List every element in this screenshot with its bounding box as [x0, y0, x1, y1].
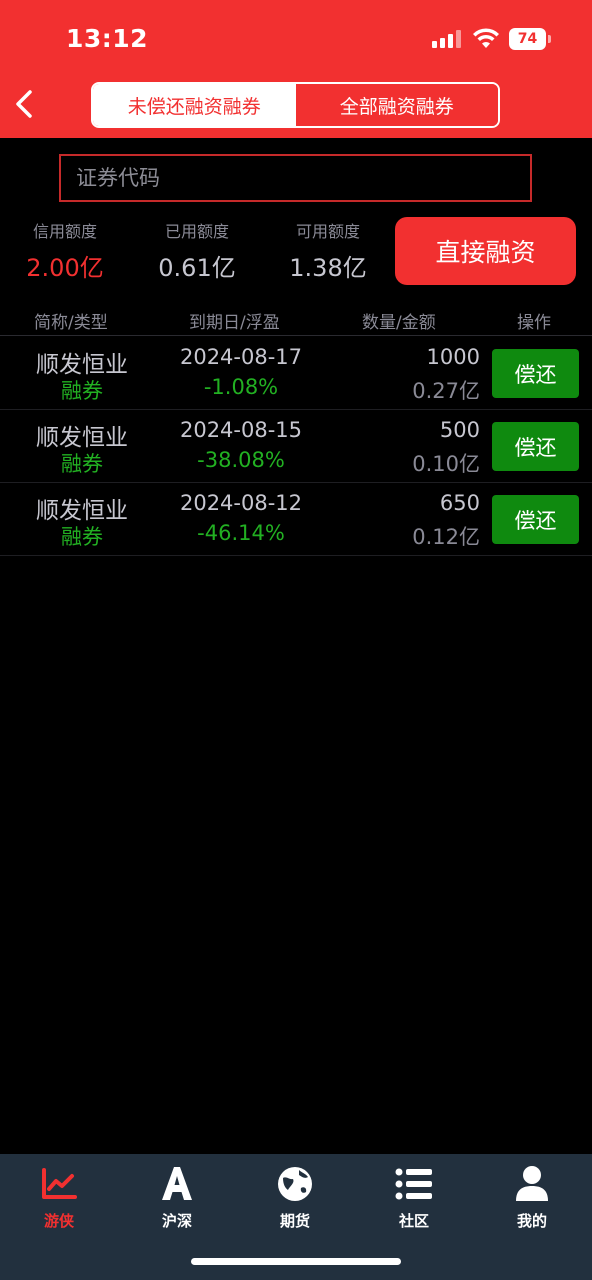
- col-qty-amount: 数量/金额: [362, 313, 436, 333]
- tab-youxia[interactable]: 游侠: [0, 1164, 118, 1234]
- globe-icon: [275, 1164, 315, 1204]
- amount: 0.27亿: [412, 379, 480, 403]
- tab-label: 游侠: [43, 1212, 74, 1230]
- tab-hushen[interactable]: 沪深: [118, 1164, 236, 1234]
- repay-button[interactable]: 偿还: [492, 422, 579, 471]
- table-row: 顺发恒业 融券 2024-08-17 -1.08% 1000 0.27亿 偿还: [0, 337, 592, 410]
- home-indicator[interactable]: [191, 1258, 401, 1265]
- col-action: 操作: [517, 313, 551, 333]
- tab-label: 我的: [516, 1212, 547, 1230]
- credit-limit-label: 信用额度: [32, 222, 97, 241]
- quantity: 650: [439, 491, 480, 515]
- floating-pnl: -1.08%: [203, 375, 279, 399]
- security-name: 顺发恒业: [36, 498, 128, 524]
- segmented-control: 未偿还融资融券 全部融资融券: [91, 82, 500, 128]
- credit-limit-stat: 信用额度 2.00亿: [10, 218, 120, 283]
- person-icon: [512, 1164, 552, 1204]
- table-row: 顺发恒业 融券 2024-08-15 -38.08% 500 0.10亿 偿还: [0, 410, 592, 483]
- due-date: 2024-08-12: [179, 491, 303, 515]
- repay-button[interactable]: 偿还: [492, 495, 579, 544]
- direct-financing-button[interactable]: 直接融资: [395, 217, 576, 285]
- amount: 0.12亿: [412, 525, 480, 549]
- battery-icon: 74: [509, 28, 551, 50]
- table-row: 顺发恒业 融券 2024-08-12 -46.14% 650 0.12亿 偿还: [0, 483, 592, 556]
- status-time: 13:12: [66, 24, 149, 53]
- position-type: 融券: [61, 379, 103, 403]
- credit-limit-value: 2.00亿: [26, 254, 104, 282]
- tab-unpaid-margin[interactable]: 未偿还融资融券: [93, 84, 296, 126]
- quantity: 1000: [426, 345, 480, 369]
- available-limit-stat: 可用额度 1.38亿: [273, 218, 383, 283]
- floating-pnl: -46.14%: [197, 521, 285, 545]
- tab-mine[interactable]: 我的: [473, 1164, 591, 1234]
- used-limit-label: 已用额度: [164, 222, 229, 241]
- available-limit-label: 可用额度: [295, 222, 360, 241]
- status-bar: 13:12 74: [0, 0, 592, 80]
- col-name-type: 简称/类型: [34, 313, 108, 333]
- chevron-left-icon: [16, 90, 32, 118]
- position-type: 融券: [61, 525, 103, 549]
- list-icon: [394, 1164, 434, 1204]
- floating-pnl: -38.08%: [197, 448, 285, 472]
- used-limit-value: 0.61亿: [158, 254, 236, 282]
- tab-community[interactable]: 社区: [355, 1164, 473, 1234]
- letter-a-icon: [157, 1164, 197, 1204]
- tab-label: 沪深: [161, 1212, 192, 1230]
- tab-all-margin[interactable]: 全部融资融券: [295, 84, 498, 126]
- header: 13:12 74 未偿还融资融券 全部融资融券: [0, 0, 592, 138]
- battery-level: 74: [517, 31, 538, 47]
- repay-button[interactable]: 偿还: [492, 349, 579, 398]
- used-limit-stat: 已用额度 0.61亿: [142, 218, 252, 283]
- security-code-input[interactable]: [61, 156, 530, 200]
- due-date: 2024-08-15: [179, 418, 303, 442]
- back-button[interactable]: [8, 84, 44, 124]
- cellular-signal-icon: [432, 30, 462, 48]
- wifi-icon: [472, 26, 500, 50]
- col-date-pnl: 到期日/浮盈: [189, 313, 280, 333]
- amount: 0.10亿: [412, 452, 480, 476]
- tab-label: 社区: [398, 1212, 429, 1230]
- chart-icon: [39, 1164, 79, 1204]
- position-type: 融券: [61, 452, 103, 476]
- security-name: 顺发恒业: [36, 352, 128, 378]
- search-box: [59, 154, 532, 202]
- tab-futures[interactable]: 期货: [236, 1164, 354, 1234]
- due-date: 2024-08-17: [179, 345, 303, 369]
- security-name: 顺发恒业: [36, 425, 128, 451]
- table-header: 简称/类型 到期日/浮盈 数量/金额 操作: [0, 300, 592, 336]
- tab-label: 期货: [279, 1212, 310, 1230]
- available-limit-value: 1.38亿: [289, 254, 367, 282]
- quantity: 500: [439, 418, 480, 442]
